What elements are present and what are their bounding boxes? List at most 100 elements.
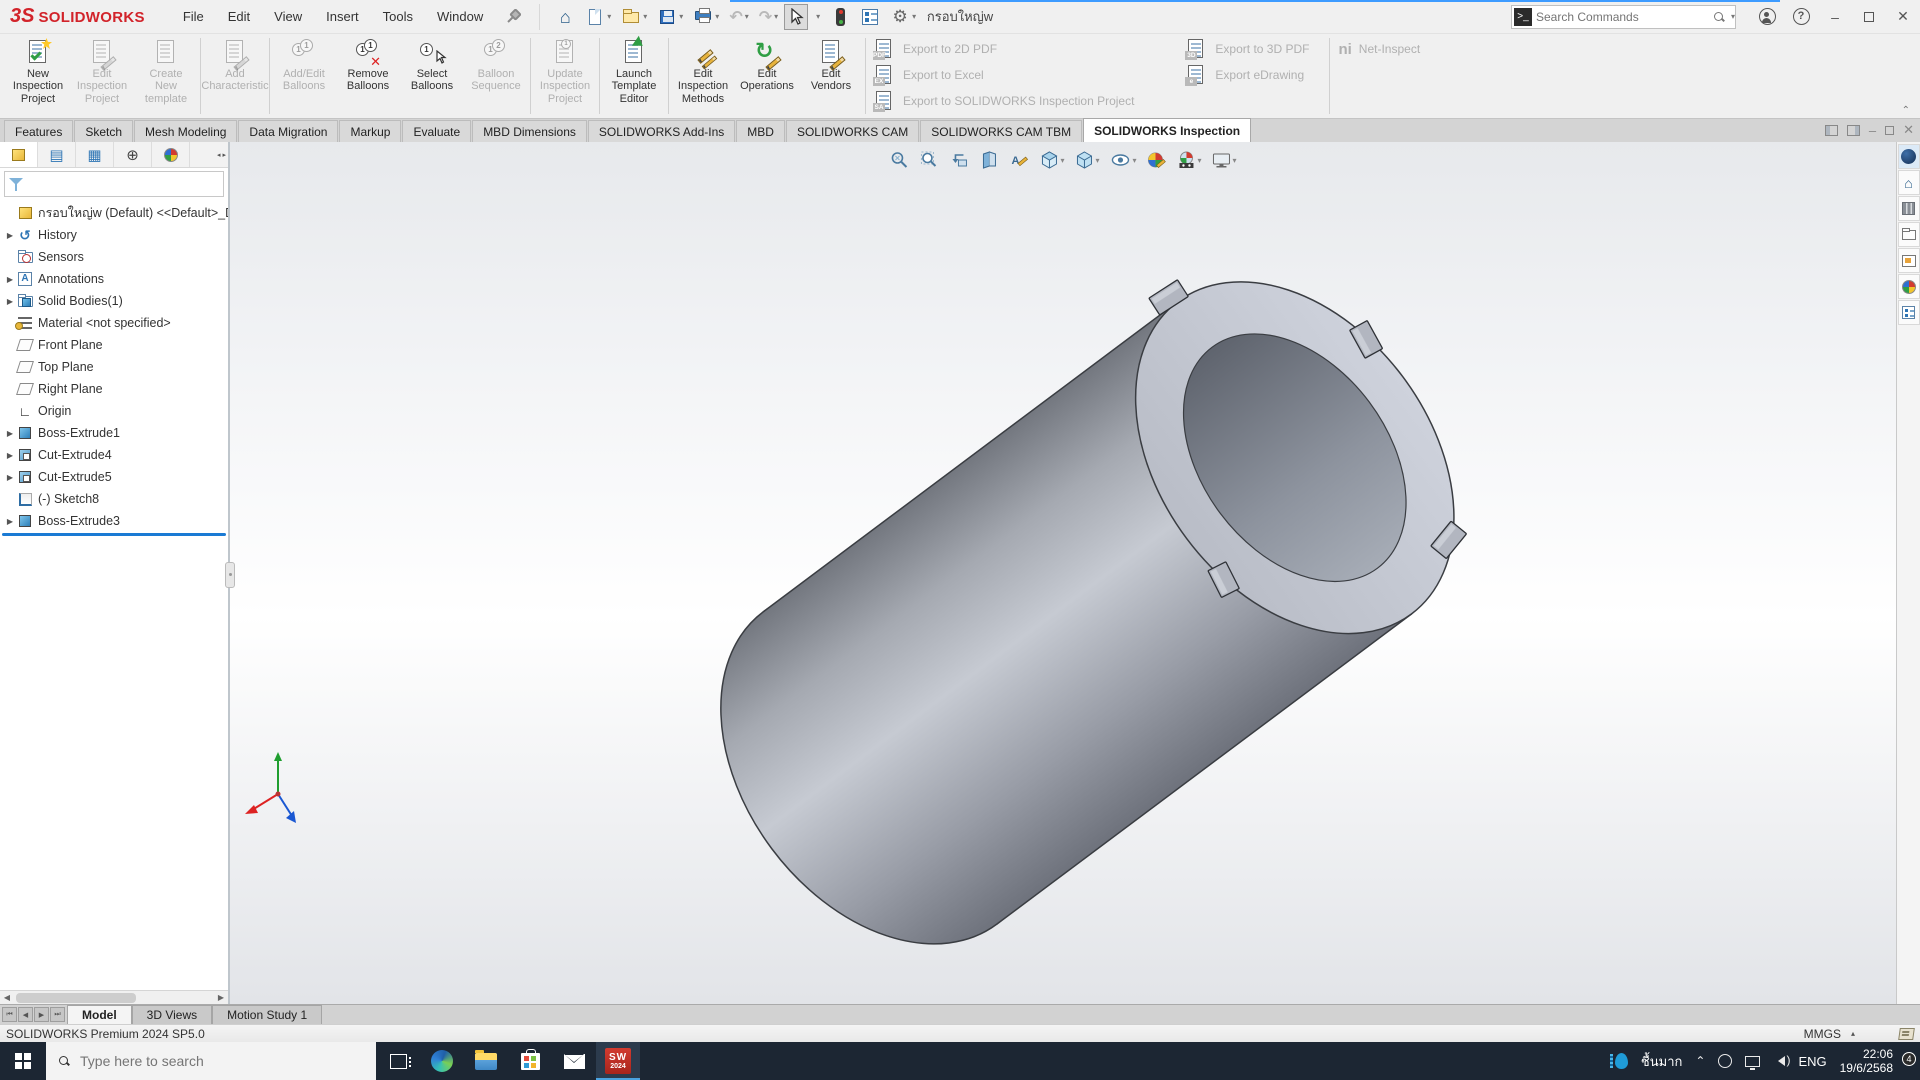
taskbar-search[interactable] xyxy=(46,1042,376,1080)
rebuild-button[interactable] xyxy=(826,4,854,30)
restore-button[interactable] xyxy=(1852,0,1886,34)
ribbon-edit-inspection-project[interactable]: Edit Inspection Project xyxy=(70,34,134,118)
tree-item-solid-bodies[interactable]: ▶ Solid Bodies(1) xyxy=(0,290,228,312)
model-tab[interactable]: Model xyxy=(67,1005,132,1024)
undo-button[interactable]: ↶▾ xyxy=(725,4,752,30)
edit-appearance-button[interactable] xyxy=(1144,148,1170,172)
tab-sketch[interactable]: Sketch xyxy=(74,120,133,142)
rollback-bar[interactable] xyxy=(2,533,226,536)
featuremanager-tab[interactable] xyxy=(0,142,38,167)
ribbon-new-inspection-project[interactable]: New Inspection Project xyxy=(6,34,70,118)
tab-solidworks-inspection[interactable]: SOLIDWORKS Inspection xyxy=(1083,118,1251,142)
previous-view-button[interactable] xyxy=(946,148,972,172)
solidworks-resources-tab[interactable] xyxy=(1898,144,1920,169)
edge-taskbar-button[interactable] xyxy=(420,1042,464,1080)
last-tab-button[interactable]: ⏭ xyxy=(50,1007,65,1022)
tree-root-part[interactable]: กรอบใหญ่w (Default) <<Default>_Displ xyxy=(0,202,228,224)
close-button[interactable]: ✕ xyxy=(1886,0,1920,34)
expand-arrow-icon[interactable]: ▶ xyxy=(4,517,16,526)
ribbon-edit-vendors[interactable]: Edit Vendors xyxy=(799,34,863,118)
appearances-tab[interactable] xyxy=(1898,274,1920,299)
configurationmanager-tab[interactable]: ▦ xyxy=(76,142,114,167)
mail-taskbar-button[interactable] xyxy=(552,1042,596,1080)
tree-item-cut-extrude5[interactable]: ▶ Cut-Extrude5 xyxy=(0,466,228,488)
minimize-button[interactable]: – xyxy=(1818,0,1852,34)
task-view-button[interactable] xyxy=(376,1042,420,1080)
menu-view[interactable]: View xyxy=(262,3,314,30)
zoom-area-button[interactable] xyxy=(916,148,942,172)
weather-text[interactable]: ชื้นมาก xyxy=(1641,1051,1682,1072)
dimxpert-tab[interactable]: ⊕ xyxy=(114,142,152,167)
3d-views-tab[interactable]: 3D Views xyxy=(132,1005,212,1024)
view-orientation-button[interactable]: ▾ xyxy=(1036,148,1067,172)
taskbar-search-input[interactable] xyxy=(80,1053,320,1069)
ribbon-export-edrawing[interactable]: e Export eDrawing xyxy=(1186,62,1309,88)
menu-window[interactable]: Window xyxy=(425,3,495,30)
ribbon-add-characteristic[interactable]: Add Characteristic xyxy=(203,34,267,118)
ribbon-export-3d-pdf[interactable]: 3D Export to 3D PDF xyxy=(1186,36,1309,62)
clock[interactable]: 22:06 19/6/2568 xyxy=(1840,1047,1893,1075)
expand-arrow-icon[interactable]: ▶ xyxy=(4,451,16,460)
ribbon-export-excel[interactable]: EX Export to Excel xyxy=(874,62,1134,88)
solidworks-taskbar-button[interactable]: SW 2024 xyxy=(596,1042,640,1080)
file-explorer-taskbar-button[interactable] xyxy=(464,1042,508,1080)
design-library-tab[interactable] xyxy=(1898,196,1920,221)
menu-file[interactable]: File xyxy=(171,3,216,30)
expand-arrow-icon[interactable]: ▶ xyxy=(4,231,16,240)
store-taskbar-button[interactable] xyxy=(508,1042,552,1080)
save-button[interactable]: ▾ xyxy=(653,4,687,30)
new-document-button[interactable]: ▾ xyxy=(581,4,615,30)
tree-filter-box[interactable] xyxy=(4,171,224,197)
panel-tab-scroll[interactable]: ◂ ▸ xyxy=(215,142,228,167)
3d-model-cylinder[interactable] xyxy=(230,142,1896,1004)
expand-arrow-icon[interactable]: ▶ xyxy=(4,275,16,284)
tree-item-history[interactable]: ▶ ↺ History xyxy=(0,224,228,246)
tab-markup[interactable]: Markup xyxy=(339,120,401,142)
ribbon-balloon-sequence[interactable]: 12 Balloon Sequence xyxy=(464,34,528,118)
ribbon-export-sw-inspection-project[interactable]: SA Export to SOLIDWORKS Inspection Proje… xyxy=(874,88,1134,114)
ribbon-collapse-chevron[interactable]: ⌃ xyxy=(1902,105,1910,116)
first-tab-button[interactable]: ⏮ xyxy=(2,1007,17,1022)
doc-minimize-button[interactable]: – xyxy=(1869,123,1876,138)
scroll-left-arrow[interactable]: ◀ xyxy=(0,993,14,1002)
login-button[interactable] xyxy=(1750,0,1784,34)
units-caret-icon[interactable]: ▴ xyxy=(1851,1029,1855,1038)
tree-item-right-plane[interactable]: Right Plane xyxy=(0,378,228,400)
custom-properties-tag-icon[interactable] xyxy=(1898,1028,1915,1040)
file-explorer-tab[interactable] xyxy=(1898,222,1920,247)
tray-expand-chevron[interactable]: ⌃ xyxy=(1695,1054,1705,1068)
home-button[interactable]: ⌂ xyxy=(551,4,579,30)
tree-item-boss-extrude3[interactable]: ▶ Boss-Extrude3 xyxy=(0,510,228,532)
search-icon[interactable] xyxy=(1713,11,1725,23)
expand-arrow-icon[interactable]: ▶ xyxy=(4,297,16,306)
search-dropdown-caret[interactable]: ▾ xyxy=(1731,12,1735,21)
section-view-button[interactable] xyxy=(976,148,1002,172)
ribbon-launch-template-editor[interactable]: Launch Template Editor xyxy=(602,34,666,118)
menu-insert[interactable]: Insert xyxy=(314,3,371,30)
tab-mbd[interactable]: MBD xyxy=(736,120,785,142)
home-tab[interactable]: ⌂ xyxy=(1898,170,1920,195)
tree-item-cut-extrude4[interactable]: ▶ Cut-Extrude4 xyxy=(0,444,228,466)
redo-button[interactable]: ↷▾ xyxy=(755,4,782,30)
expand-arrow-icon[interactable]: ▶ xyxy=(4,473,16,482)
command-search[interactable]: >_ ▾ xyxy=(1511,5,1736,29)
tab-solidworks-cam-tbm[interactable]: SOLIDWORKS CAM TBM xyxy=(920,120,1082,142)
tree-item-sensors[interactable]: Sensors xyxy=(0,246,228,268)
select-tool-dropdown[interactable]: ▾ xyxy=(810,4,824,30)
tree-item-boss-extrude1[interactable]: ▶ Boss-Extrude1 xyxy=(0,422,228,444)
ribbon-edit-operations[interactable]: ↻ Edit Operations xyxy=(735,34,799,118)
tab-mbd-dimensions[interactable]: MBD Dimensions xyxy=(472,120,587,142)
ribbon-edit-inspection-methods[interactable]: Edit Inspection Methods xyxy=(671,34,735,118)
dock-pane-right-icon[interactable] xyxy=(1847,125,1860,136)
scrollbar-thumb[interactable] xyxy=(16,993,136,1003)
ribbon-remove-balloons[interactable]: 11✕ Remove Balloons xyxy=(336,34,400,118)
select-tool-button[interactable] xyxy=(784,4,808,30)
prev-tab-button[interactable]: ◀ xyxy=(18,1007,33,1022)
ribbon-export-2d-pdf[interactable]: PDF Export to 2D PDF xyxy=(874,36,1134,62)
units-indicator[interactable]: MMGS xyxy=(1804,1027,1841,1041)
volume-icon[interactable] xyxy=(1773,1056,1785,1066)
custom-properties-tab[interactable] xyxy=(1898,300,1920,325)
search-commands-input[interactable] xyxy=(1536,10,1713,24)
zoom-fit-button[interactable] xyxy=(886,148,912,172)
ribbon-select-balloons[interactable]: 1 Select Balloons xyxy=(400,34,464,118)
